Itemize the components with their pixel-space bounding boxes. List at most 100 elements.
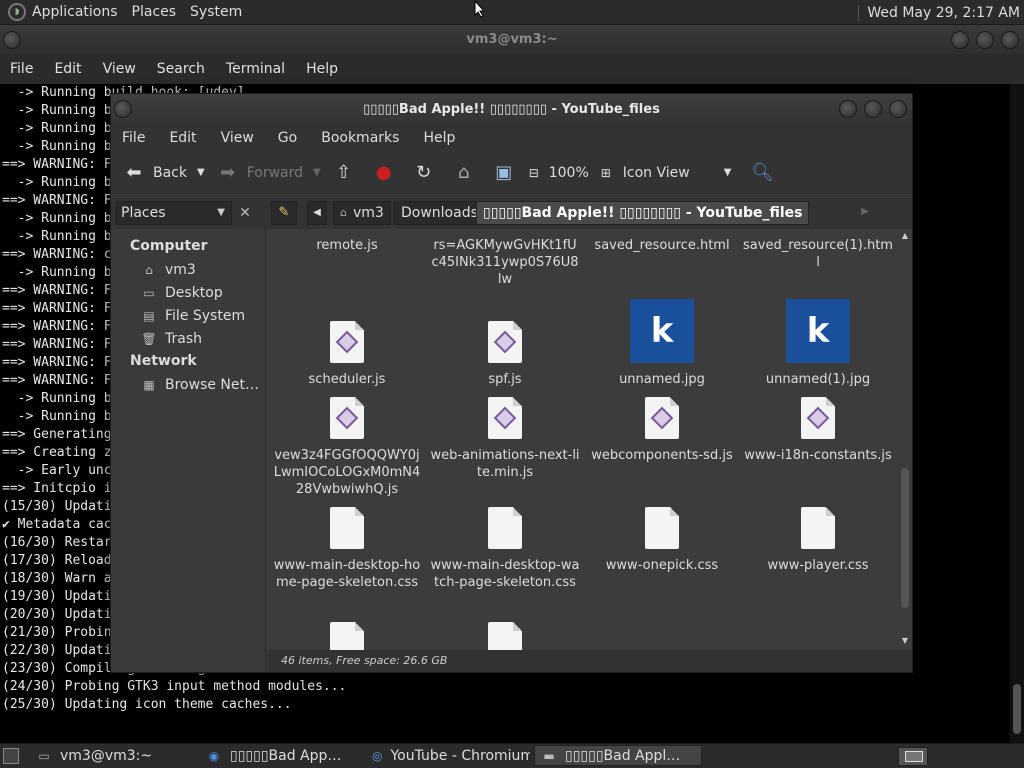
terminal-titlebar[interactable]: vm3@vm3:~: [0, 25, 1024, 54]
script-glyph-icon: [335, 406, 359, 430]
fm-menu-go[interactable]: Go: [278, 130, 297, 146]
edit-location-icon[interactable]: ✎: [271, 201, 297, 225]
search-icon[interactable]: 🔍︎: [751, 162, 774, 184]
places-sidebar: Computer ⌂ vm3 ▭ Desktop ▤ File System 🗑︎ Trash…: [111, 229, 266, 672]
reload-icon[interactable]: ↻: [413, 162, 435, 184]
icon-view[interactable]: remote.js rs=AGKMywGvHKt1fUc45INk311ywp0S…: [267, 229, 912, 650]
taskbar-button-label: YouTube - Chromium: [390, 747, 530, 764]
fm-menu-help[interactable]: Help: [423, 130, 455, 146]
terminal-menu-file[interactable]: File: [10, 61, 33, 77]
sidebar-item-label: Trash: [165, 330, 202, 347]
file-item[interactable]: www-main-desktop-home-page-skeleton.css: [272, 485, 422, 591]
terminal-icon: ▭: [38, 748, 50, 763]
fm-menu-file[interactable]: File: [122, 130, 145, 146]
file-item[interactable]: web-animations-next-lite.min.js: [430, 375, 580, 481]
terminal-menu-view[interactable]: View: [103, 61, 136, 77]
panel-clock[interactable]: Wed May 29, 2:17 AM: [867, 5, 1020, 21]
path-scroll-left-icon[interactable]: ◀: [307, 201, 327, 225]
workspace-1[interactable]: [905, 751, 923, 762]
chevron-down-icon: ▼: [723, 167, 732, 178]
back-button[interactable]: ⬅ Back: [123, 162, 187, 184]
breadcrumb-downloads[interactable]: Downloads: [394, 201, 485, 225]
breadcrumb-vm3[interactable]: ⌂ vm3: [333, 201, 391, 225]
css-file-icon: [272, 485, 422, 549]
workspace-switcher[interactable]: [898, 747, 928, 766]
sidebar-item-desktop[interactable]: ▭ Desktop: [111, 281, 265, 304]
file-item[interactable]: remote.js: [272, 229, 422, 254]
sidebar-item-browse-net[interactable]: ▦ Browse Net…: [111, 373, 265, 396]
sidebar-item-vm3[interactable]: ⌂ vm3: [111, 258, 265, 281]
taskbar-button[interactable]: ▭ vm3@vm3:~: [30, 745, 196, 766]
breadcrumb-current-folder[interactable]: ▯▯▯▯▯Bad Apple!! ▯▯▯▯▯▯▯▯ - YouTube_file…: [476, 201, 810, 225]
home-icon[interactable]: ⌂: [453, 162, 475, 184]
forward-history-dropdown[interactable]: ▼: [313, 167, 321, 178]
document-icon[interactable]: [488, 622, 522, 650]
file-item[interactable]: www-player.css: [743, 485, 893, 574]
script-glyph-icon: [650, 406, 674, 430]
sidebar-item-file-system[interactable]: ▤ File System: [111, 304, 265, 327]
zoom-in-icon[interactable]: ⊞: [595, 162, 617, 184]
fm-menu-bookmarks[interactable]: Bookmarks: [321, 130, 399, 146]
back-arrow-icon: ⬅: [126, 162, 142, 183]
minimize-button[interactable]: [951, 31, 969, 49]
icon-view-scrollbar[interactable]: ▲ ▼: [899, 231, 911, 646]
terminal-scrollbar[interactable]: [1010, 84, 1024, 743]
file-item[interactable]: saved_resource.html: [587, 229, 737, 254]
terminal-menu-edit[interactable]: Edit: [54, 61, 81, 77]
sidebar-heading-network: Network: [130, 353, 197, 369]
stop-icon[interactable]: ●: [373, 162, 395, 184]
maximize-button[interactable]: [976, 31, 994, 49]
file-item[interactable]: www-main-desktop-watch-page-skeleton.css: [430, 485, 580, 591]
close-button[interactable]: [1001, 31, 1019, 49]
up-arrow-icon[interactable]: ⇧: [333, 162, 355, 184]
fm-menu-view[interactable]: View: [221, 130, 254, 146]
computer-icon[interactable]: ▣: [493, 162, 515, 184]
top-panel: ◗ Applications Places System Wed May 29,…: [0, 0, 1024, 25]
scroll-down-icon[interactable]: ▼: [899, 636, 911, 646]
file-item[interactable]: rs=AGKMywGvHKt1fUc45INk311ywp0S76U8lw: [430, 229, 580, 288]
mouse-pointer-icon: [474, 0, 486, 18]
taskbar-button[interactable]: ◉ ▯▯▯▯▯Bad App…: [200, 745, 362, 766]
window-menu-button[interactable]: [114, 100, 132, 118]
applications-menu[interactable]: Applications: [32, 4, 118, 20]
scroll-up-icon[interactable]: ▲: [899, 231, 911, 241]
file-item[interactable]: webcomponents-sd.js: [587, 375, 737, 464]
fm-menu-edit[interactable]: Edit: [169, 130, 196, 146]
file-item[interactable]: vew3z4FGGfOQQWY0jLwmIOCoLOGxM0mN428Vwbwi…: [272, 375, 422, 498]
icon-view-scroll-thumb[interactable]: [901, 468, 909, 608]
terminal-menu-search[interactable]: Search: [157, 61, 205, 77]
file-item[interactable]: www-onepick.css: [587, 485, 737, 574]
system-menu[interactable]: System: [190, 4, 242, 20]
document-icon: [488, 507, 522, 549]
terminal-menu-help[interactable]: Help: [306, 61, 338, 77]
window-menu-button[interactable]: [3, 31, 21, 49]
sidebar-item-trash[interactable]: 🗑︎ Trash: [111, 327, 265, 350]
path-scroll-right-icon[interactable]: ▶: [855, 201, 875, 225]
sidebar-mode-select[interactable]: Places ▼: [116, 201, 232, 225]
document-icon[interactable]: [330, 622, 364, 650]
taskbar-button[interactable]: ▬ ▯▯▯▯▯Bad Appl…: [534, 745, 702, 766]
chromium-icon: ◎: [372, 748, 383, 763]
back-history-dropdown[interactable]: ▼: [197, 167, 205, 178]
show-desktop-icon[interactable]: [3, 748, 19, 764]
zoom-out-icon[interactable]: ⊟: [523, 162, 545, 184]
distro-logo-icon[interactable]: ◗: [8, 3, 26, 21]
terminal-menu-terminal[interactable]: Terminal: [226, 61, 285, 77]
image-file-icon: k: [630, 299, 694, 363]
file-name: rs=AGKMywGvHKt1fUc45INk311ywp0S76U8lw: [431, 238, 579, 287]
file-item[interactable]: www-i18n-constants.js: [743, 375, 893, 464]
maximize-button[interactable]: [864, 100, 882, 118]
sidebar-item-label: Desktop: [165, 284, 223, 301]
close-sidebar-icon[interactable]: ✕: [235, 201, 255, 225]
taskbar-button[interactable]: ◎ YouTube - Chromium: [366, 745, 530, 766]
document-icon: [801, 397, 835, 439]
view-mode-select[interactable]: Icon View ▼: [623, 165, 732, 181]
terminal-scroll-thumb[interactable]: [1013, 684, 1021, 734]
close-button[interactable]: [889, 100, 907, 118]
file-item[interactable]: saved_resource(1).html: [743, 229, 893, 271]
forward-button[interactable]: ➡ Forward: [217, 162, 303, 184]
file-manager-titlebar[interactable]: ▯▯▯▯▯Bad Apple!! ▯▯▯▯▯▯▯▯ - YouTube_file…: [111, 94, 912, 124]
places-menu[interactable]: Places: [132, 4, 177, 20]
image-thumbnail: k: [743, 299, 893, 363]
minimize-button[interactable]: [839, 100, 857, 118]
